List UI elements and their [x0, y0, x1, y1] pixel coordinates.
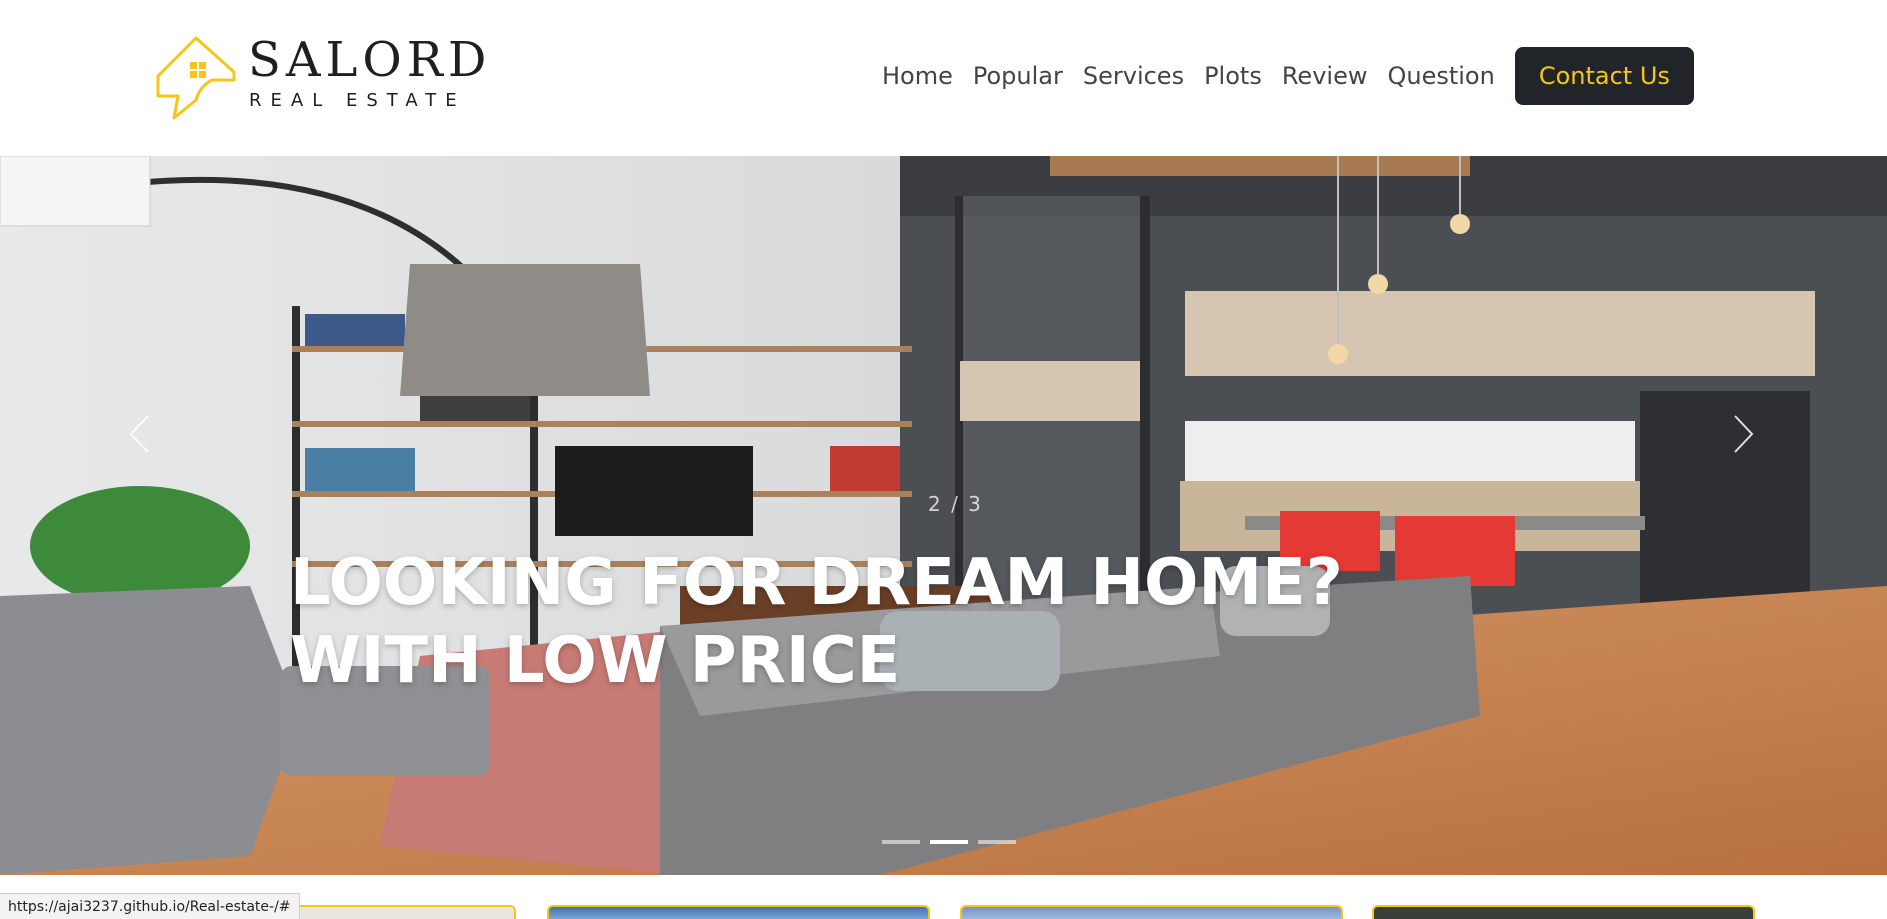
brand-logo[interactable]: SALORD REAL ESTATE	[152, 34, 492, 120]
slide-bullet-3[interactable]	[978, 840, 1016, 844]
nav-home[interactable]: Home	[882, 62, 953, 90]
slider-next-arrow[interactable]	[1733, 414, 1755, 462]
property-image	[549, 907, 928, 919]
site-header: SALORD REAL ESTATE Home Popular Services…	[0, 0, 1887, 156]
nav-plots[interactable]: Plots	[1204, 62, 1262, 90]
hero-title-line-1: LOOKING FOR DREAM HOME?	[290, 546, 1343, 620]
slide-bullet-1[interactable]	[882, 840, 920, 844]
brand-tagline: REAL ESTATE	[249, 90, 466, 111]
house-logo-icon	[156, 36, 236, 120]
nav-review[interactable]: Review	[1282, 62, 1368, 90]
nav-question[interactable]: Question	[1387, 62, 1494, 90]
slider-pagination	[882, 840, 1016, 844]
hero-title-line-2: WITH LOW PRICE	[290, 624, 901, 698]
hero-slider[interactable]: 2 / 3 LOOKING FOR DREAM HOME? WITH LOW P…	[0, 156, 1887, 875]
main-nav: Home Popular Services Plots Review Quest…	[882, 47, 1694, 105]
property-card[interactable]	[960, 905, 1343, 919]
nav-popular[interactable]: Popular	[973, 62, 1063, 90]
property-image	[962, 907, 1341, 919]
hero-title: LOOKING FOR DREAM HOME? WITH LOW PRICE	[290, 544, 1343, 700]
nav-services[interactable]: Services	[1083, 62, 1184, 90]
slider-prev-arrow[interactable]	[128, 414, 150, 462]
property-image	[1374, 907, 1753, 919]
chevron-right-icon	[1734, 415, 1754, 453]
link-status-bar: https://ajai3237.github.io/Real-estate-/…	[0, 893, 300, 919]
contact-us-button[interactable]: Contact Us	[1514, 47, 1694, 105]
chevron-left-icon	[129, 415, 149, 453]
brand-name: SALORD	[248, 32, 492, 88]
property-card[interactable]	[547, 905, 930, 919]
property-card[interactable]	[1372, 905, 1755, 919]
slide-bullet-2[interactable]	[930, 840, 968, 844]
slide-counter: 2 / 3	[928, 492, 983, 516]
